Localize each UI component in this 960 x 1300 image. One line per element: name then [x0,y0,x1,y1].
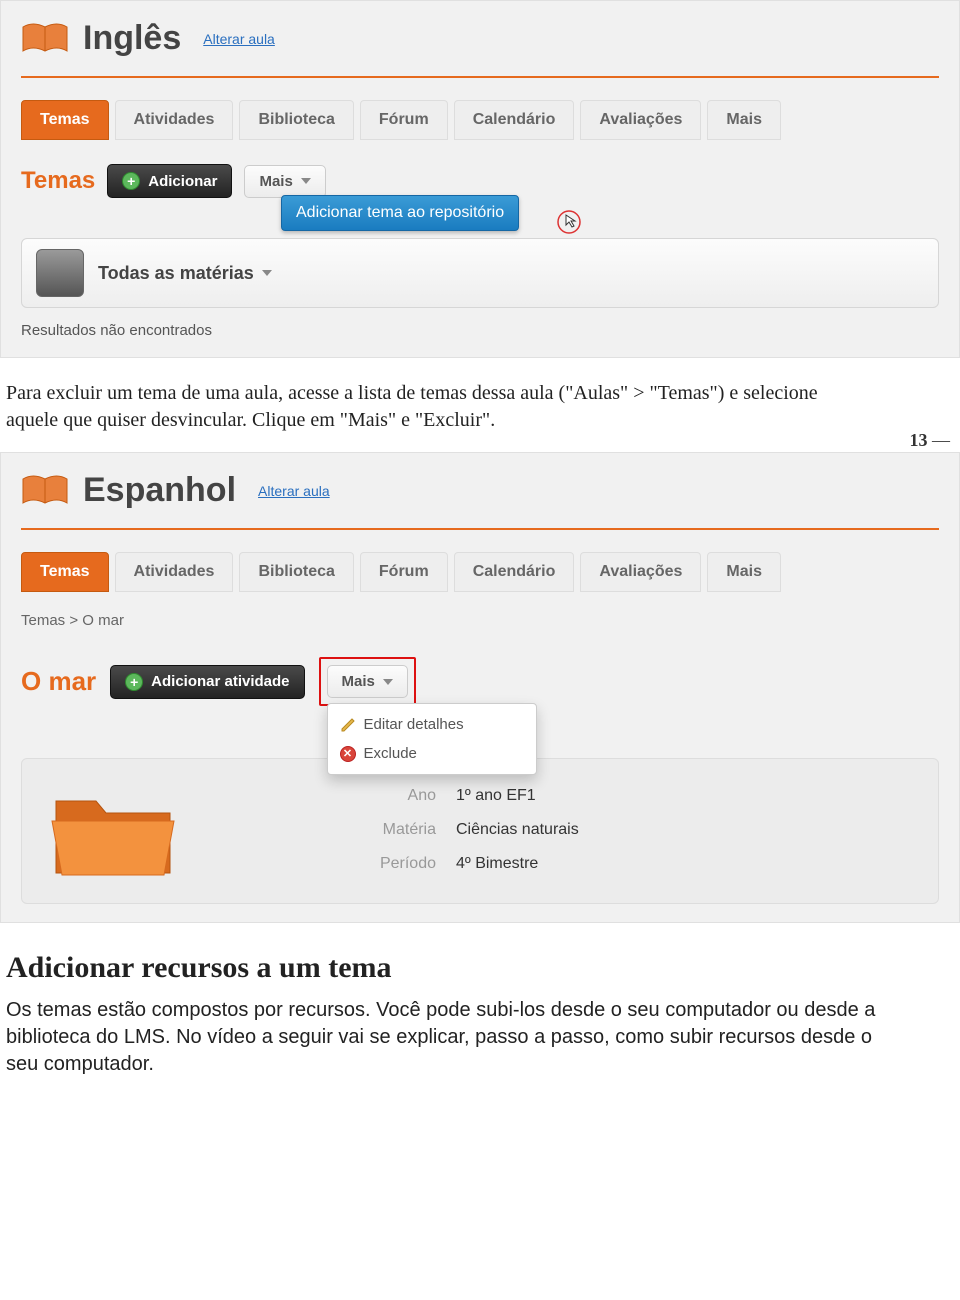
pencil-icon [340,717,356,733]
breadcrumb-sep: > [69,612,82,629]
subjects-label-text: Todas as matérias [98,263,254,284]
add-activity-label: Adicionar atividade [151,673,289,690]
caret-down-icon [301,178,311,184]
course-title: Espanhol [83,471,236,510]
tab-bar: Temas Atividades Biblioteca Fórum Calend… [21,100,939,140]
topic-header: O mar + Adicionar atividade Mais Editar … [21,657,939,706]
tab-forum[interactable]: Fórum [360,552,448,592]
subjects-filter[interactable]: Todas as matérias [21,238,939,308]
tab-atividades[interactable]: Atividades [115,552,234,592]
repo-tooltip[interactable]: Adicionar tema ao repositório [281,195,519,231]
change-course-link[interactable]: Alterar aula [203,31,275,47]
page-number: 13 [910,430,951,451]
more-button-label: Mais [342,673,375,690]
subject-thumb-icon [36,249,84,297]
more-highlight-box: Mais Editar detalhes ✕ Exclude [319,657,416,706]
subjects-label: Todas as matérias [98,263,272,284]
tab-calendario[interactable]: Calendário [454,100,575,140]
label-periodo: Período [336,855,436,873]
dd-edit-label: Editar detalhes [364,716,464,733]
caret-down-icon [383,679,393,685]
course-title: Inglês [83,19,181,58]
instruction-paragraph: Para excluir um tema de uma aula, acesse… [6,380,866,434]
tab-biblioteca[interactable]: Biblioteca [239,552,353,592]
dd-exclude[interactable]: ✕ Exclude [328,739,536,768]
change-course-link[interactable]: Alterar aula [258,483,330,499]
details-table: Ano 1º ano EF1 Matéria Ciências naturais… [336,787,579,873]
tab-atividades[interactable]: Atividades [115,100,234,140]
folder-icon [48,781,178,881]
tab-forum[interactable]: Fórum [360,100,448,140]
x-icon: ✕ [340,746,356,762]
section-title: Temas [21,167,95,195]
breadcrumb-root[interactable]: Temas [21,612,65,629]
tab-biblioteca[interactable]: Biblioteca [239,100,353,140]
tab-calendario[interactable]: Calendário [454,552,575,592]
tab-bar: Temas Atividades Biblioteca Fórum Calend… [21,552,939,592]
add-button-label: Adicionar [148,173,217,190]
add-button[interactable]: + Adicionar [107,164,232,198]
breadcrumb: Temas > O mar [21,612,939,629]
val-periodo: 4º Bimestre [456,855,579,873]
label-materia: Matéria [336,821,436,839]
breadcrumb-current: O mar [82,612,124,629]
book-icon [21,21,69,57]
section-header: Temas + Adicionar Mais [21,164,939,198]
more-button-label: Mais [259,173,292,190]
val-materia: Ciências naturais [456,821,579,839]
cursor-icon [556,209,582,235]
book-icon [21,473,69,509]
more-button[interactable]: Mais [244,165,325,198]
plus-icon: + [122,172,140,190]
tab-avaliacoes[interactable]: Avaliações [580,552,701,592]
body-paragraph: Os temas estão compostos por recursos. V… [6,997,886,1078]
tab-avaliacoes[interactable]: Avaliações [580,100,701,140]
topic-title: O mar [21,666,96,697]
plus-icon: + [125,673,143,691]
add-activity-button[interactable]: + Adicionar atividade [110,665,304,699]
topic-details-panel: Ano 1º ano EF1 Matéria Ciências naturais… [21,758,939,904]
tab-temas[interactable]: Temas [21,100,109,140]
dd-exclude-label: Exclude [364,745,417,762]
course-header: Espanhol Alterar aula [21,453,939,522]
label-ano: Ano [336,787,436,805]
tab-mais[interactable]: Mais [707,100,781,140]
divider [21,76,939,78]
tab-mais[interactable]: Mais [707,552,781,592]
results-text: Resultados não encontrados [21,322,939,339]
course-header: Inglês Alterar aula [21,1,939,70]
tab-temas[interactable]: Temas [21,552,109,592]
section-heading: Adicionar recursos a um tema [6,951,954,985]
divider [21,528,939,530]
val-ano: 1º ano EF1 [456,787,579,805]
more-button[interactable]: Mais [327,665,408,698]
screenshot-espanhol: Espanhol Alterar aula Temas Atividades B… [0,452,960,923]
dd-edit-details[interactable]: Editar detalhes [328,710,536,739]
more-dropdown: Editar detalhes ✕ Exclude [327,703,537,775]
caret-down-icon [262,270,272,276]
screenshot-ingles: Inglês Alterar aula Temas Atividades Bib… [0,0,960,358]
